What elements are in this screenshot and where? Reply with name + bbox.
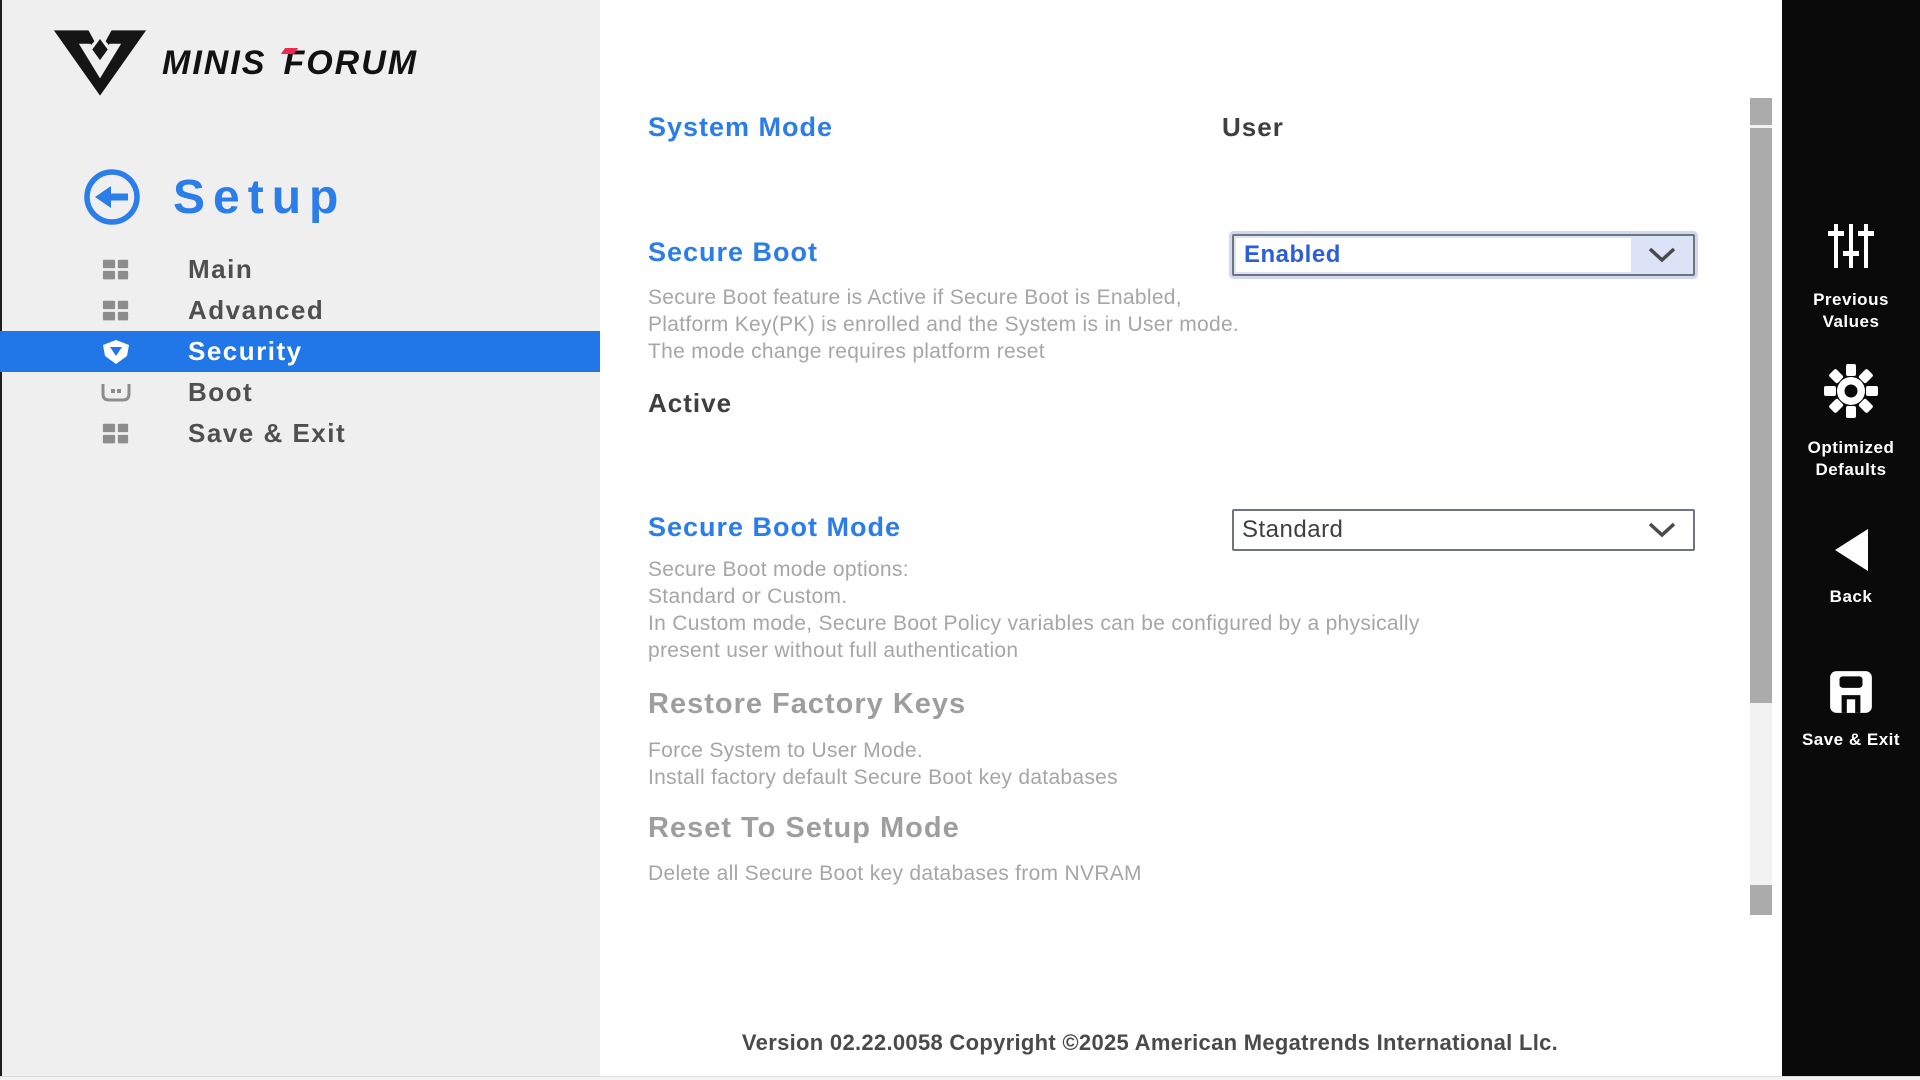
help-line: In Custom mode, Secure Boot Policy varia… <box>648 610 1420 637</box>
setup-header: Setup <box>83 168 346 226</box>
left-sidebar: MINISFORUM Setup Main <box>0 0 600 1080</box>
sidebar-item-security[interactable]: Security <box>0 331 600 372</box>
help-line: Secure Boot mode options: <box>648 556 1420 583</box>
secure-boot-dropdown-value: Enabled <box>1236 238 1631 272</box>
scrollbar-down-button[interactable] <box>1750 885 1772 915</box>
help-line: Secure Boot feature is Active if Secure … <box>648 284 1239 311</box>
action-label: Back <box>1795 586 1907 608</box>
chevron-down-icon <box>1631 236 1693 274</box>
sidebar-item-label: Security <box>188 336 303 367</box>
action-label: Save & Exit <box>1786 729 1916 751</box>
help-line: Delete all Secure Boot key databases fro… <box>648 860 1142 887</box>
sidebar-item-boot[interactable]: Boot <box>0 372 600 413</box>
back-circle-icon[interactable] <box>83 168 141 226</box>
version-copyright-text: Version 02.22.0058 Copyright ©2025 Ameri… <box>600 1030 1700 1056</box>
reset-to-setup-mode-help: Delete all Secure Boot key databases fro… <box>648 860 1142 887</box>
help-line: Install factory default Secure Boot key … <box>648 764 1118 791</box>
back-button[interactable]: Back <box>1782 527 1920 608</box>
secure-boot-mode-label: Secure Boot Mode <box>648 512 901 543</box>
minisforum-logo-text: MINISFORUM <box>162 44 418 83</box>
help-line: The mode change requires platform reset <box>648 338 1239 365</box>
save-exit-button[interactable]: Save & Exit <box>1782 668 1920 751</box>
floppy-icon <box>1827 668 1875 716</box>
previous-values-button[interactable]: Previous Values <box>1782 222 1920 333</box>
system-mode-label: System Mode <box>648 112 833 143</box>
scrollbar-thumb[interactable] <box>1750 128 1772 703</box>
vertical-scrollbar[interactable] <box>1750 98 1772 915</box>
secure-boot-dropdown[interactable]: Enabled <box>1232 234 1695 276</box>
sidebar-item-label: Boot <box>188 377 253 408</box>
sidebar-item-label: Main <box>188 254 253 285</box>
help-line: Force System to User Mode. <box>648 737 1118 764</box>
secure-boot-mode-help: Secure Boot mode options: Standard or Cu… <box>648 556 1420 664</box>
page-title: Setup <box>173 170 346 225</box>
shield-icon <box>100 339 132 365</box>
help-line: Standard or Custom. <box>648 583 1420 610</box>
restore-factory-keys-action[interactable]: Restore Factory Keys <box>648 688 966 721</box>
action-label: Optimized Defaults <box>1795 437 1907 481</box>
left-edge-line <box>0 0 2 1080</box>
sidebar-item-advanced[interactable]: Advanced <box>0 290 600 331</box>
system-mode-value: User <box>1222 112 1284 143</box>
scrollbar-up-button[interactable] <box>1750 98 1772 125</box>
reset-to-setup-mode-action[interactable]: Reset To Setup Mode <box>648 812 960 845</box>
secure-boot-help: Secure Boot feature is Active if Secure … <box>648 284 1239 365</box>
gear-icon <box>1824 364 1878 418</box>
secure-boot-status: Active <box>648 388 732 419</box>
sidebar-item-label: Save & Exit <box>188 418 346 449</box>
grid-icon <box>100 299 132 323</box>
boot-icon <box>100 382 132 404</box>
secure-boot-mode-dropdown[interactable]: Standard <box>1232 509 1695 551</box>
setup-menu: Main Advanced Security <box>0 249 600 454</box>
action-label: Previous Values <box>1795 289 1907 333</box>
restore-factory-keys-help: Force System to User Mode. Install facto… <box>648 737 1118 791</box>
grid-icon <box>100 422 132 446</box>
chevron-down-icon <box>1631 511 1693 549</box>
security-settings-panel: System Mode User Secure Boot Enabled Sec… <box>600 0 1782 1080</box>
sidebar-item-save-exit[interactable]: Save & Exit <box>0 413 600 454</box>
right-action-sidebar: Previous Values <box>1782 0 1920 1076</box>
back-triangle-icon <box>1831 527 1871 573</box>
bios-setup-screen: MINISFORUM Setup Main <box>0 0 1920 1080</box>
sliders-icon <box>1826 222 1876 270</box>
sidebar-item-label: Advanced <box>188 295 324 326</box>
secure-boot-mode-dropdown-value: Standard <box>1234 511 1631 549</box>
bottom-strip <box>0 1076 1920 1080</box>
grid-icon <box>100 258 132 282</box>
help-line: Platform Key(PK) is enrolled and the Sys… <box>648 311 1239 338</box>
minisforum-logo-icon <box>52 28 148 98</box>
optimized-defaults-button[interactable]: Optimized Defaults <box>1782 364 1920 481</box>
secure-boot-label: Secure Boot <box>648 237 818 268</box>
help-line: present user without full authentication <box>648 637 1420 664</box>
sidebar-item-main[interactable]: Main <box>0 249 600 290</box>
minisforum-logo: MINISFORUM <box>52 28 418 98</box>
